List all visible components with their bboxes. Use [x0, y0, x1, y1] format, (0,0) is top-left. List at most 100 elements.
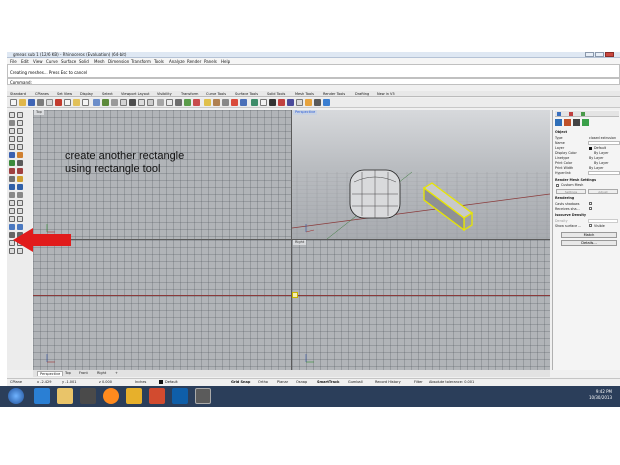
close-button[interactable] [605, 52, 614, 57]
mesh-settings-button[interactable]: Settings [556, 189, 586, 194]
layers-tab-icon[interactable] [569, 112, 573, 116]
offset-icon[interactable] [17, 152, 23, 158]
prop-hyperlink-field[interactable] [588, 171, 620, 175]
cylinder-icon[interactable] [287, 99, 294, 106]
rounded-box-object[interactable] [349, 169, 401, 219]
move-icon[interactable] [17, 200, 23, 206]
system-clock[interactable]: 9:42 PM 10/30/2013 [589, 389, 612, 401]
rectangle-icon[interactable] [9, 144, 15, 150]
display-tab-icon[interactable] [581, 112, 585, 116]
tab-render-tools[interactable]: Render Tools [323, 92, 345, 96]
extrude-icon[interactable] [17, 160, 23, 166]
file-explorer-icon[interactable] [57, 388, 73, 404]
camera-icon[interactable] [314, 99, 321, 106]
new-file-icon[interactable] [10, 99, 17, 106]
undo-icon[interactable] [93, 99, 100, 106]
vtab-top[interactable]: Top [63, 371, 73, 375]
select-points-icon[interactable] [17, 112, 23, 118]
tab-visibility[interactable]: Visibility [157, 92, 172, 96]
status-record-history[interactable]: Record History [375, 380, 401, 384]
details-button[interactable]: Details... [561, 240, 617, 246]
status-smarttrack[interactable]: SmartTrack [317, 380, 339, 384]
material-tab-icon[interactable] [564, 119, 571, 126]
viewport-right-label[interactable]: Right [293, 240, 307, 245]
light-icon[interactable] [305, 99, 312, 106]
tab-cplanes[interactable]: CPlanes [35, 92, 49, 96]
media-player-icon[interactable] [80, 388, 96, 404]
select-arrow-icon[interactable] [9, 112, 15, 118]
visible-checkbox[interactable] [589, 224, 592, 227]
vtab-perspective[interactable]: Perspective [37, 371, 64, 376]
box-icon[interactable] [278, 99, 285, 106]
zoom-extents-icon[interactable] [138, 99, 145, 106]
status-filter[interactable]: Filter [414, 380, 423, 384]
viewport-top[interactable]: Top create another rectangle using recta… [33, 110, 291, 239]
viewport-top-label[interactable]: Top [34, 110, 44, 115]
surface-icon[interactable] [9, 160, 15, 166]
casts-shadows-checkbox[interactable] [589, 202, 592, 205]
prop-print-color-value[interactable]: By Layer [594, 161, 608, 165]
tab-drafting[interactable]: Drafting [355, 92, 369, 96]
save-icon[interactable] [28, 99, 35, 106]
open-file-icon[interactable] [19, 99, 26, 106]
point-icon[interactable] [9, 120, 15, 126]
prop-print-width-value[interactable]: By Layer [589, 166, 603, 170]
lock-icon[interactable] [204, 99, 211, 106]
explode-icon[interactable] [17, 192, 23, 198]
density-field[interactable] [588, 219, 618, 223]
status-units[interactable]: Inches [135, 380, 146, 384]
sphere-icon[interactable] [269, 99, 276, 106]
tab-transform[interactable]: Transform [181, 92, 198, 96]
status-layer[interactable]: Default [165, 380, 178, 384]
copy-icon[interactable] [64, 99, 71, 106]
right-view-object[interactable] [292, 292, 298, 298]
maximize-button[interactable] [595, 52, 604, 57]
pan-icon[interactable] [102, 99, 109, 106]
object-props-tab-icon[interactable] [555, 119, 562, 126]
rhino-taskbar-icon[interactable] [195, 388, 211, 404]
chrome-icon[interactable] [149, 388, 165, 404]
tab-new-in-v5[interactable]: New in V5 [377, 92, 395, 96]
polyline-icon[interactable] [17, 120, 23, 126]
vtab-add-icon[interactable]: + [113, 371, 120, 375]
copy-tool-icon[interactable] [9, 208, 15, 214]
hide-icon[interactable] [193, 99, 200, 106]
internet-explorer-icon[interactable] [34, 388, 50, 404]
rotate-icon[interactable] [17, 208, 23, 214]
solid-sphere-icon[interactable] [17, 168, 23, 174]
photo-viewer-icon[interactable] [126, 388, 142, 404]
curve-icon[interactable] [9, 128, 15, 134]
mirror-icon[interactable] [17, 216, 23, 222]
command-line[interactable]: Command: [7, 78, 620, 85]
split-icon[interactable] [17, 184, 23, 190]
layer-icon[interactable] [184, 99, 191, 106]
text-icon[interactable] [260, 99, 267, 106]
mesh-icon[interactable] [296, 99, 303, 106]
zoom-selected-icon[interactable] [147, 99, 154, 106]
render-icon[interactable] [231, 99, 238, 106]
tab-standard[interactable]: Standard [10, 92, 26, 96]
four-view-icon[interactable] [157, 99, 164, 106]
custom-mesh-checkbox[interactable] [556, 184, 559, 187]
ellipse-icon[interactable] [17, 136, 23, 142]
boolean-icon[interactable] [9, 184, 15, 190]
trim-icon[interactable] [9, 200, 15, 206]
viewport-perspective[interactable]: Perspective [292, 110, 550, 239]
receives-shadows-checkbox[interactable] [589, 207, 592, 210]
word-icon[interactable] [172, 388, 188, 404]
environment-icon[interactable] [251, 99, 258, 106]
tab-select[interactable]: Select [102, 92, 113, 96]
decal-tab-icon[interactable] [582, 119, 589, 126]
arc-icon[interactable] [9, 136, 15, 142]
light-tool-icon[interactable] [17, 176, 23, 182]
rotate-view-icon[interactable] [111, 99, 118, 106]
select-icon[interactable] [175, 99, 182, 106]
scale-icon[interactable] [9, 216, 15, 222]
help-icon[interactable] [323, 99, 330, 106]
status-ortho[interactable]: Ortho [258, 380, 268, 384]
tab-mesh-tools[interactable]: Mesh Tools [295, 92, 314, 96]
match-icon[interactable] [222, 99, 229, 106]
start-button-icon[interactable] [8, 388, 24, 404]
material-icon[interactable] [240, 99, 247, 106]
prop-display-color-value[interactable]: By Layer [594, 151, 608, 155]
